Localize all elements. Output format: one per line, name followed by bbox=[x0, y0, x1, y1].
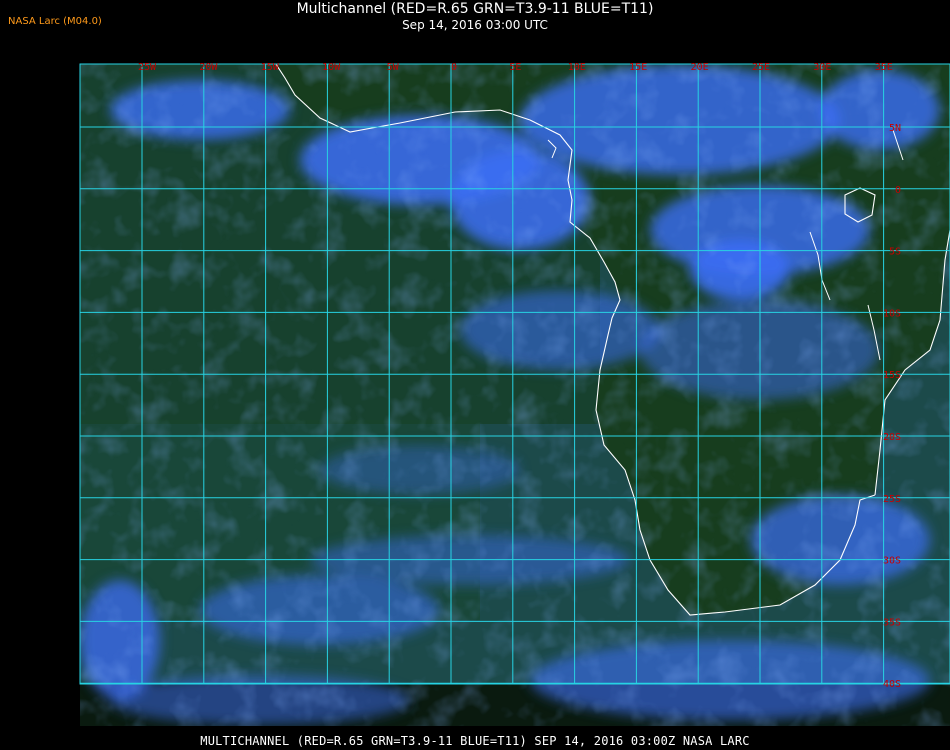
longitude-label: 10W bbox=[322, 62, 341, 73]
latitude-label: 0 bbox=[895, 185, 901, 196]
latitude-label: 35S bbox=[883, 617, 901, 628]
longitude-label: 10E bbox=[568, 62, 586, 73]
longitude-label: 20W bbox=[199, 62, 218, 73]
latitude-label: 30S bbox=[883, 556, 901, 567]
satellite-map: 25W 20W 15W 10W 5W 0 5E 10E 15E 20E 25E 30E 35E 5N 0 5… bbox=[79, 62, 950, 726]
longitude-label: 5W bbox=[387, 62, 400, 73]
latitude-label: 40S bbox=[883, 679, 901, 690]
cloud-texture bbox=[80, 64, 950, 726]
longitude-label: 25W bbox=[138, 62, 157, 73]
latitude-label: 5S bbox=[889, 247, 901, 258]
imagery-layer bbox=[80, 64, 950, 726]
longitude-label: 25E bbox=[752, 62, 770, 73]
latitude-label: 5N bbox=[889, 123, 901, 134]
longitude-label: 20E bbox=[691, 62, 709, 73]
latitude-label: 15S bbox=[883, 370, 901, 381]
longitude-label: 35E bbox=[875, 62, 893, 73]
longitude-label: 15E bbox=[629, 62, 647, 73]
latitude-label: 20S bbox=[883, 432, 901, 443]
longitude-label: 5E bbox=[509, 62, 521, 73]
longitude-label: 30E bbox=[813, 62, 831, 73]
longitude-label: 15W bbox=[261, 62, 280, 73]
latitude-label: 10S bbox=[883, 308, 901, 319]
latitude-label: 25S bbox=[883, 494, 901, 505]
footer-caption: MULTICHANNEL (RED=R.65 GRN=T3.9-11 BLUE=… bbox=[200, 734, 750, 748]
longitude-label: 0 bbox=[451, 62, 457, 73]
